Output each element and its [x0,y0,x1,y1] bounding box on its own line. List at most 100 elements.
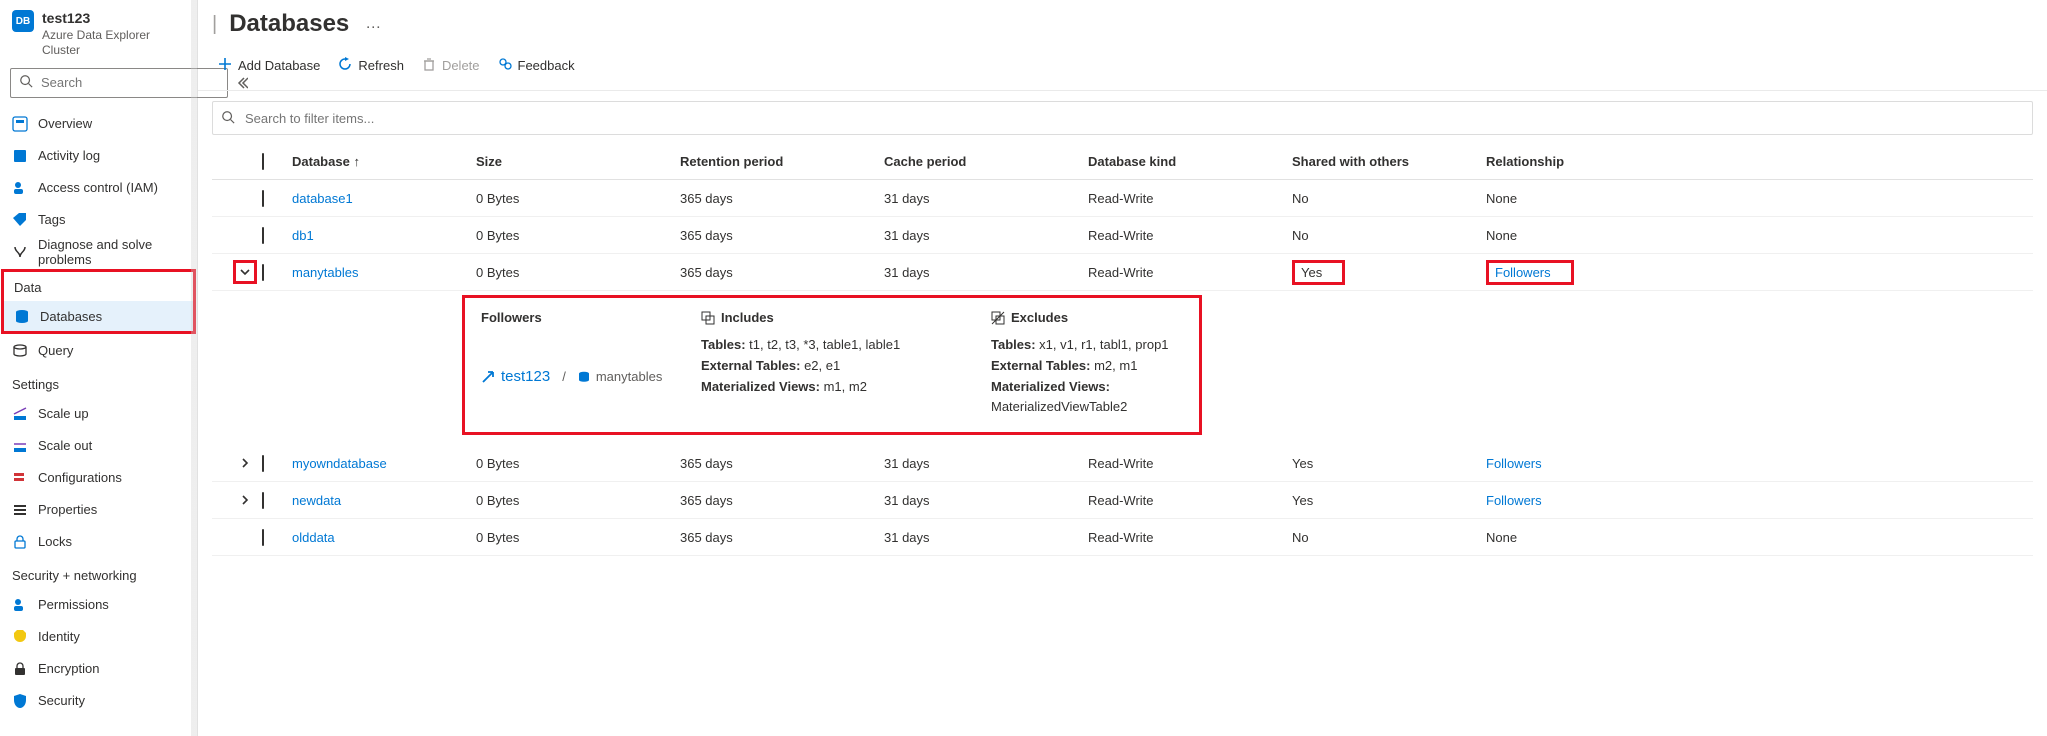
chevron-right-icon[interactable] [236,454,254,472]
sidebar-item-overview[interactable]: Overview [0,108,197,140]
sidebar-item-label: Overview [38,116,92,131]
sidebar-item-scale-out[interactable]: Scale out [0,430,197,462]
chevron-right-icon[interactable] [236,491,254,509]
add-database-button[interactable]: Add Database [218,50,320,80]
permissions-icon [12,597,28,613]
table-row: database10 Bytes365 days31 daysRead-Writ… [212,180,2033,217]
encryption-icon [12,661,28,677]
scale-out-icon [12,438,28,454]
grid-header: Database ↑ Size Retention period Cache p… [212,143,2033,180]
cell-relationship: None [1486,530,1676,545]
refresh-button[interactable]: Refresh [338,50,404,80]
databases-icon [14,309,30,325]
access-control-icon [12,180,28,196]
database-name-link[interactable]: manytables [292,265,472,280]
col-size[interactable]: Size [476,154,676,169]
sidebar-item-access-control[interactable]: Access control (IAM) [0,172,197,204]
feedback-icon [498,57,512,74]
excludes-list: Tables: x1, v1, r1, tabl1, prop1External… [991,335,1221,418]
database-name-link[interactable]: db1 [292,228,472,243]
row-checkbox[interactable] [262,493,288,508]
includes-column-title: Includes [701,310,991,325]
col-retention[interactable]: Retention period [680,154,880,169]
cell-cache: 31 days [884,265,1084,280]
cell-shared: Yes [1292,493,1482,508]
sidebar-item-label: Identity [38,629,80,644]
cell-kind: Read-Write [1088,456,1288,471]
page-header: | Databases … [198,0,2047,50]
cell-shared: No [1292,530,1482,545]
database-name-link[interactable]: olddata [292,530,472,545]
page-title: Databases [229,10,349,38]
page-more-icon[interactable]: … [361,15,381,33]
cell-size: 0 Bytes [476,191,676,206]
sidebar-item-query[interactable]: Query [0,335,197,367]
sidebar-item-databases[interactable]: Databases [2,301,195,333]
sidebar-item-security[interactable]: Security [0,685,197,717]
cell-kind: Read-Write [1088,493,1288,508]
plus-icon [218,57,232,74]
filter-input[interactable] [243,103,2024,133]
sidebar-item-label: Databases [40,309,102,324]
database-name-link[interactable]: database1 [292,191,472,206]
follower-entry: test123/manytables [481,335,701,418]
col-cache[interactable]: Cache period [884,154,1084,169]
tags-icon [12,212,28,228]
col-kind[interactable]: Database kind [1088,154,1288,169]
feedback-button[interactable]: Feedback [498,50,575,80]
select-all-checkbox[interactable] [262,154,288,169]
cell-cache: 31 days [884,456,1084,471]
databases-grid: Database ↑ Size Retention period Cache p… [198,143,2047,556]
cell-relationship[interactable]: Followers [1486,456,1676,471]
cell-kind: Read-Write [1088,530,1288,545]
sidebar-item-activity-log[interactable]: Activity log [0,140,197,172]
resource-badge: DB [12,10,34,32]
excludes-column-title: Excludes [991,310,1221,325]
row-checkbox[interactable] [262,191,288,206]
cell-size: 0 Bytes [476,265,676,280]
cell-shared: Yes [1292,260,1482,285]
sidebar-item-permissions[interactable]: Permissions [0,589,197,621]
delete-button: Delete [422,50,480,80]
filter-bar[interactable] [212,101,2033,135]
row-checkbox[interactable] [262,265,288,280]
sidebar-item-configurations[interactable]: Configurations [0,462,197,494]
main: | Databases … Add Database Refresh Delet… [198,0,2047,736]
chevron-right-icon[interactable] [236,189,254,207]
sidebar-item-locks[interactable]: Locks [0,526,197,558]
sidebar-item-label: Tags [38,212,65,227]
chevron-down-icon[interactable] [236,263,254,281]
database-name-link[interactable]: newdata [292,493,472,508]
sidebar-item-properties[interactable]: Properties [0,494,197,526]
includes-list: Tables: t1, t2, t3, *3, table1, lable1Ex… [701,335,991,418]
database-name-link[interactable]: myowndatabase [292,456,472,471]
database-icon [578,371,590,383]
col-database[interactable]: Database ↑ [292,154,472,169]
cell-retention: 365 days [680,530,880,545]
sidebar-item-label: Permissions [38,597,109,612]
search-icon [19,74,33,91]
row-checkbox[interactable] [262,530,288,545]
cell-size: 0 Bytes [476,456,676,471]
sidebar-item-tags[interactable]: Tags [0,204,197,236]
row-checkbox[interactable] [262,456,288,471]
sidebar-item-diagnose[interactable]: Diagnose and solve problems [0,236,197,268]
toolbar: Add Database Refresh Delete Feedback [198,50,2047,91]
cell-kind: Read-Write [1088,191,1288,206]
chevron-right-icon[interactable] [236,226,254,244]
col-shared[interactable]: Shared with others [1292,154,1482,169]
sidebar-item-identity[interactable]: Identity [0,621,197,653]
cell-relationship[interactable]: Followers [1486,260,1676,285]
row-checkbox[interactable] [262,228,288,243]
sidebar-item-scale-up[interactable]: Scale up [0,398,197,430]
chevron-right-icon[interactable] [236,528,254,546]
sidebar-item-label: Properties [38,502,97,517]
resource-title[interactable]: test123 [42,10,187,28]
toolbar-label: Feedback [518,58,575,73]
cell-relationship[interactable]: Followers [1486,493,1676,508]
cluster-icon [481,370,495,384]
follower-cluster-link[interactable]: test123 [501,368,550,385]
sidebar-scrollbar[interactable] [191,0,197,736]
col-relationship[interactable]: Relationship [1486,154,1676,169]
sidebar-item-encryption[interactable]: Encryption [0,653,197,685]
